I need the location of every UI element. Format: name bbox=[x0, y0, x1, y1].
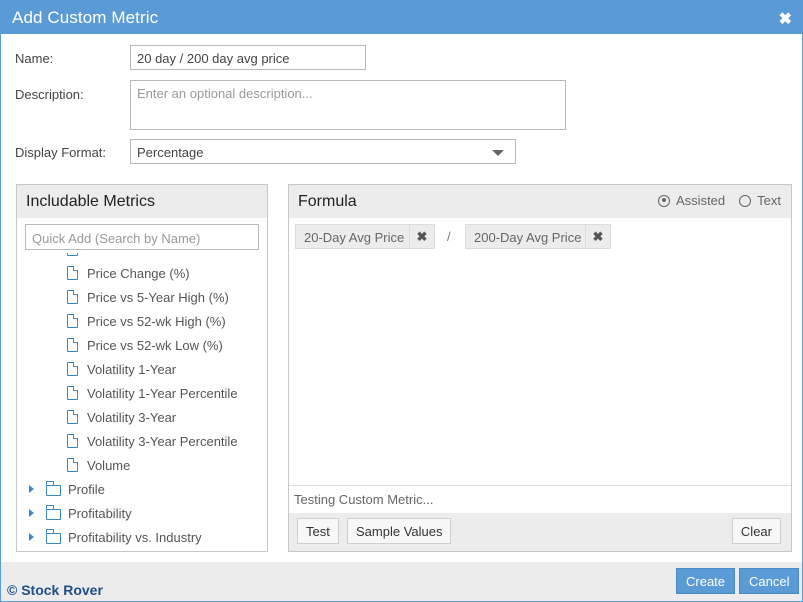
name-label: Name: bbox=[15, 51, 54, 66]
folder-label: Profitability vs. Industry bbox=[68, 529, 202, 545]
folder-icon bbox=[45, 480, 61, 496]
file-icon bbox=[67, 265, 79, 280]
formula-header: Formula Assisted Text bbox=[289, 185, 791, 218]
tree-item-metric[interactable]: Volatility 1-Year Percentile bbox=[67, 382, 238, 404]
remove-term-icon[interactable]: ✖ bbox=[409, 224, 435, 249]
dialog-title: Add Custom Metric bbox=[12, 8, 159, 27]
description-input[interactable]: Enter an optional description... bbox=[130, 80, 566, 130]
name-input[interactable]: 20 day / 200 day avg price bbox=[130, 45, 366, 70]
metric-label: Volatility 3-Year bbox=[87, 409, 177, 425]
tree-item-metric[interactable]: Volatility 3-Year Percentile bbox=[67, 430, 238, 452]
display-format-label: Display Format: bbox=[15, 145, 107, 160]
mode-text-option[interactable]: Text bbox=[739, 193, 781, 208]
metric-label: Volume bbox=[87, 457, 131, 473]
dialog-footer: © Stock Rover Create Cancel bbox=[1, 562, 802, 601]
file-icon bbox=[67, 457, 79, 472]
tree-item-metric[interactable]: Volatility 3-Year bbox=[67, 406, 176, 428]
tree-folder-profitability-vs-industry[interactable]: Profitability vs. Industry bbox=[29, 526, 202, 548]
formula-mode-radio-group: Assisted Text bbox=[644, 193, 781, 208]
radio-checked-icon[interactable] bbox=[658, 194, 671, 207]
file-icon bbox=[67, 385, 79, 400]
folder-icon bbox=[45, 528, 61, 544]
file-icon bbox=[67, 337, 79, 352]
metric-label: Price vs 52-wk High (%) bbox=[87, 313, 226, 329]
includable-metrics-header: Includable Metrics bbox=[17, 185, 267, 218]
display-format-select[interactable]: Percentage bbox=[130, 139, 516, 164]
display-format-value: Percentage bbox=[137, 145, 204, 160]
metrics-tree: Price Change (%) Price vs 5-Year High (%… bbox=[17, 253, 267, 551]
tree-folder-profile[interactable]: Profile bbox=[29, 478, 105, 500]
chevron-down-icon bbox=[492, 150, 504, 156]
dialog-titlebar: Add Custom Metric ✖ bbox=[1, 1, 802, 34]
folder-label: Profitability bbox=[68, 505, 132, 521]
tree-item-metric[interactable]: Price Change (%) bbox=[67, 262, 190, 284]
metric-label: Volatility 1-Year bbox=[87, 361, 177, 377]
metric-label: Price vs 5-Year High (%) bbox=[87, 289, 229, 305]
folder-icon bbox=[45, 504, 61, 520]
tree-item-metric[interactable]: Price vs 52-wk High (%) bbox=[67, 310, 226, 332]
expand-arrow-icon[interactable] bbox=[29, 485, 34, 493]
expand-arrow-icon[interactable] bbox=[29, 533, 34, 541]
metric-label: Price Change (%) bbox=[87, 265, 190, 281]
clear-button[interactable]: Clear bbox=[731, 518, 781, 544]
formula-title: Formula bbox=[298, 193, 357, 210]
metric-label: Price vs 52-wk Low (%) bbox=[87, 337, 223, 353]
file-icon bbox=[67, 253, 78, 256]
formula-panel: Formula Assisted Text 20-Day Avg Price ✖… bbox=[288, 184, 792, 552]
tree-item-partial bbox=[67, 253, 87, 260]
file-icon bbox=[67, 409, 79, 424]
expand-arrow-icon[interactable] bbox=[29, 509, 34, 517]
sample-values-button[interactable]: Sample Values bbox=[347, 518, 452, 544]
tree-item-metric[interactable]: Volume bbox=[67, 454, 130, 476]
test-button[interactable]: Test bbox=[297, 518, 339, 544]
file-icon bbox=[67, 313, 79, 328]
remove-term-icon[interactable]: ✖ bbox=[585, 224, 611, 249]
file-icon bbox=[67, 289, 79, 304]
radio-unchecked-icon[interactable] bbox=[739, 194, 752, 207]
includable-metrics-panel: Includable Metrics Quick Add (Search by … bbox=[16, 184, 268, 552]
add-custom-metric-dialog: Add Custom Metric ✖ Name: 20 day / 200 d… bbox=[0, 0, 803, 602]
metric-label: Volatility 1-Year Percentile bbox=[87, 385, 238, 401]
file-icon bbox=[67, 433, 79, 448]
formula-footer: Test Sample Values Clear bbox=[289, 513, 791, 551]
tree-item-metric[interactable]: Price vs 52-wk Low (%) bbox=[67, 334, 223, 356]
tree-item-metric[interactable]: Price vs 5-Year High (%) bbox=[67, 286, 229, 308]
testing-status: Testing Custom Metric... bbox=[289, 485, 791, 513]
quick-add-search-input[interactable]: Quick Add (Search by Name) bbox=[25, 224, 259, 250]
formula-term-chip[interactable]: 20-Day Avg Price bbox=[295, 224, 414, 249]
tree-folder-profitability[interactable]: Profitability bbox=[29, 502, 132, 524]
metric-label: Volatility 3-Year Percentile bbox=[87, 433, 238, 449]
create-button[interactable]: Create bbox=[676, 568, 736, 594]
cancel-button[interactable]: Cancel bbox=[739, 568, 800, 594]
file-icon bbox=[67, 361, 79, 376]
mode-assisted-label: Assisted bbox=[676, 193, 726, 208]
mode-assisted-option[interactable]: Assisted bbox=[658, 193, 725, 208]
formula-operator[interactable]: / bbox=[447, 229, 451, 244]
folder-label: Profile bbox=[68, 481, 105, 497]
description-label: Description: bbox=[15, 87, 84, 102]
close-icon[interactable]: ✖ bbox=[779, 9, 792, 29]
formula-term-chip[interactable]: 200-Day Avg Price bbox=[465, 224, 591, 249]
brand-logo: © Stock Rover bbox=[7, 582, 103, 598]
mode-text-label: Text bbox=[757, 193, 781, 208]
tree-item-metric[interactable]: Volatility 1-Year bbox=[67, 358, 176, 380]
includable-metrics-title: Includable Metrics bbox=[26, 193, 155, 210]
